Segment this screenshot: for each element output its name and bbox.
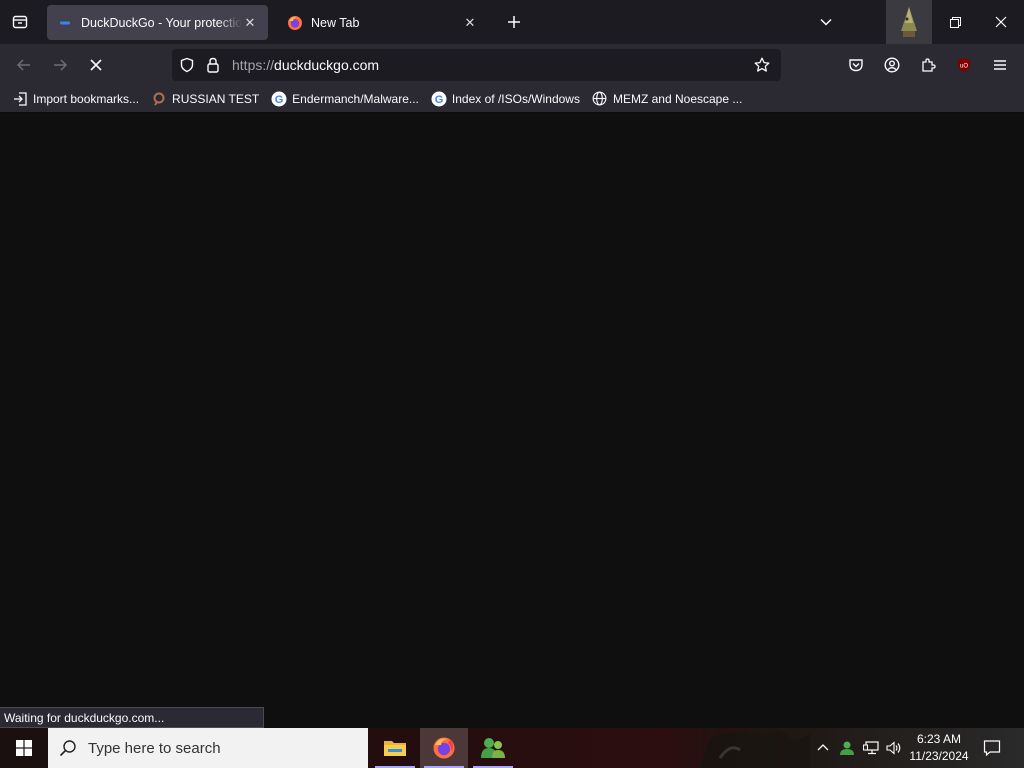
globe-icon [592, 91, 608, 107]
pocket-button[interactable] [841, 50, 871, 80]
bookmark-label: Import bookmarks... [33, 91, 140, 106]
list-all-tabs-button[interactable] [812, 8, 840, 36]
extensions-button[interactable] [913, 50, 943, 80]
tab-title: DuckDuckGo - Your protection, our priori… [81, 15, 242, 30]
bookmark-endermanch[interactable]: G Endermanch/Malware... [267, 87, 423, 111]
navigation-toolbar: https://duckduckgo.com uO [0, 44, 1024, 85]
forward-button[interactable] [45, 50, 75, 80]
show-hidden-icons-button[interactable] [811, 728, 835, 768]
restore-icon [949, 16, 961, 28]
firefox-view-icon [12, 15, 28, 29]
app-menu-button[interactable] [985, 50, 1015, 80]
url-text[interactable]: https://duckduckgo.com [232, 57, 379, 73]
tab-strip: DuckDuckGo - Your protection, our priori… [0, 0, 1024, 44]
taskbar-firefox[interactable] [420, 728, 468, 768]
file-explorer-icon [384, 741, 406, 756]
search-icon [151, 91, 167, 107]
close-window-button[interactable] [978, 0, 1024, 44]
new-tab-button[interactable] [500, 8, 528, 36]
search-placeholder: Type here to search [88, 739, 221, 757]
notification-icon [983, 740, 1001, 757]
network-icon [863, 741, 879, 755]
firefox-icon [433, 737, 455, 759]
google-icon: G [271, 91, 287, 107]
plus-icon [508, 16, 520, 28]
tab-duckduckgo[interactable]: DuckDuckGo - Your protection, our priori… [47, 5, 268, 40]
taskbar-people-app[interactable] [469, 728, 517, 768]
arrow-left-icon [16, 59, 30, 71]
page-content[interactable] [0, 113, 1024, 728]
bookmark-import[interactable]: Import bookmarks... [8, 87, 143, 111]
search-icon [48, 739, 88, 757]
status-panel: Waiting for duckduckgo.com... [0, 707, 264, 728]
action-center-button[interactable] [980, 728, 1004, 768]
puzzle-icon [922, 58, 936, 72]
account-icon [884, 57, 900, 73]
tab-close-button[interactable]: ✕ [462, 15, 478, 31]
tab-close-button[interactable]: ✕ [242, 15, 258, 31]
chevron-up-icon [817, 744, 829, 751]
bookmark-label: RUSSIAN TEST [172, 91, 260, 106]
firefox-view-button[interactable] [0, 0, 40, 44]
tab-new-tab[interactable]: New Tab ✕ [277, 5, 488, 40]
bookmark-label: MEMZ and Noescape ... [612, 91, 743, 106]
ublock-origin-button[interactable]: uO [949, 50, 979, 80]
back-button[interactable] [9, 50, 39, 80]
tab-title: New Tab [311, 15, 360, 30]
bookmark-star-button[interactable] [749, 52, 775, 78]
close-icon [995, 16, 1007, 28]
wizard-icon [901, 7, 917, 37]
bookmark-memz[interactable]: MEMZ and Noescape ... [588, 87, 746, 111]
account-button[interactable] [877, 50, 907, 80]
user-icon [840, 741, 854, 755]
stop-button[interactable] [81, 50, 111, 80]
firefox-icon [287, 15, 303, 31]
volume-button[interactable] [882, 728, 906, 768]
url-host: duckduckgo.com [274, 57, 380, 73]
speaker-icon [886, 741, 901, 755]
taskbar-search[interactable]: Type here to search [48, 728, 368, 768]
bookmark-label: Endermanch/Malware... [292, 91, 419, 106]
start-button[interactable] [0, 728, 48, 768]
windows-logo-icon [16, 740, 32, 756]
svg-text:G: G [435, 94, 444, 106]
arrow-right-icon [54, 59, 68, 71]
duckduckgo-icon [57, 15, 73, 31]
bookmark-russian-test[interactable]: RUSSIAN TEST [147, 87, 263, 111]
tray-people-icon[interactable] [835, 728, 859, 768]
lock-icon[interactable] [200, 49, 226, 81]
people-icon [481, 738, 505, 758]
taskbar-clock[interactable]: 6:23 AM 11/23/2024 [906, 731, 972, 765]
taskbar: Type here to search 6:23 AM 11/23/2024 [0, 728, 1024, 768]
taskbar-file-explorer[interactable] [371, 728, 419, 768]
url-scheme: https:// [232, 57, 275, 73]
bookmark-isos-windows[interactable]: G Index of /ISOs/Windows [427, 87, 584, 111]
chevron-down-icon [820, 18, 832, 26]
bookmark-label: Index of /ISOs/Windows [451, 91, 580, 106]
hamburger-menu-icon [994, 60, 1006, 70]
svg-text:G: G [275, 94, 284, 106]
pocket-icon [849, 59, 863, 72]
ublock-icon: uO [958, 58, 970, 72]
bookmarks-toolbar: Import bookmarks... RUSSIAN TEST G Ender… [0, 85, 1024, 113]
stop-icon [90, 59, 102, 71]
star-icon [754, 57, 770, 72]
clock-date: 11/23/2024 [909, 749, 969, 763]
tracking-protection-shield-icon[interactable] [174, 49, 200, 81]
wallpaper-figure [700, 730, 810, 768]
wizard-thumbnail[interactable] [886, 0, 932, 44]
url-bar[interactable]: https://duckduckgo.com [172, 49, 781, 81]
import-icon [12, 91, 28, 107]
restore-button[interactable] [932, 0, 978, 44]
clock-time: 6:23 AM [916, 732, 962, 746]
screen: DuckDuckGo - Your protection, our priori… [0, 0, 1024, 768]
network-button[interactable] [859, 728, 883, 768]
google-icon: G [431, 91, 447, 107]
svg-text:uO: uO [960, 64, 968, 70]
